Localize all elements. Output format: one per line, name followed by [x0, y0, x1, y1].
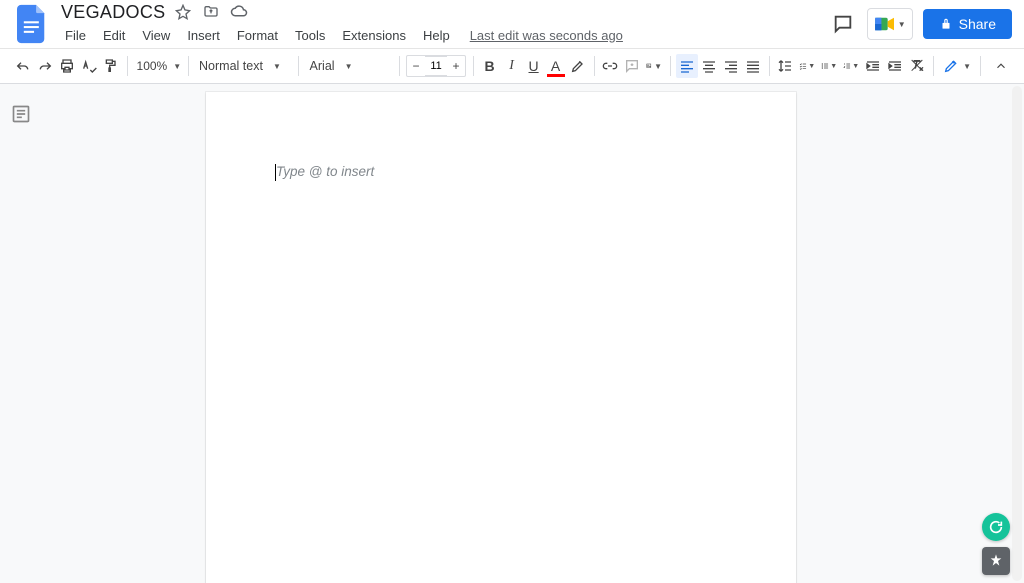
paint-format-button[interactable] [100, 54, 122, 78]
toolbar: 100%▼ Normal text▼ Arial▼ − + B I U A ▼ … [0, 48, 1024, 84]
increase-font-button[interactable]: + [447, 59, 465, 73]
text-color-button[interactable]: A [545, 54, 567, 78]
chevron-down-icon: ▼ [830, 63, 837, 70]
vertical-scrollbar[interactable] [1012, 86, 1022, 581]
menubar: File Edit View Insert Format Tools Exten… [54, 23, 829, 47]
numbered-list-button[interactable]: ▼ [840, 54, 862, 78]
menu-help[interactable]: Help [416, 24, 457, 47]
title-area: VEGADOCS File Edit View Insert Format To… [54, 1, 829, 47]
underline-button[interactable]: U [523, 54, 545, 78]
chevron-down-icon: ▼ [173, 62, 181, 71]
last-edit-link[interactable]: Last edit was seconds ago [470, 28, 623, 43]
join-call-button[interactable]: ▼ [867, 8, 913, 40]
align-justify-button[interactable] [742, 54, 764, 78]
text-cursor [275, 164, 276, 181]
font-size-control: − + [406, 55, 466, 77]
print-button[interactable] [56, 54, 78, 78]
highlight-button[interactable] [567, 54, 589, 78]
bold-button[interactable]: B [479, 54, 501, 78]
menu-insert[interactable]: Insert [180, 24, 227, 47]
grammarly-button[interactable] [982, 513, 1010, 541]
document-outline-button[interactable] [11, 104, 33, 126]
hide-menus-button[interactable] [990, 54, 1012, 78]
chevron-down-icon: ▼ [898, 20, 906, 29]
increase-indent-button[interactable] [884, 54, 906, 78]
explore-button[interactable] [982, 547, 1010, 575]
align-right-button[interactable] [720, 54, 742, 78]
doc-title[interactable]: VEGADOCS [54, 2, 165, 23]
insert-link-button[interactable] [599, 54, 621, 78]
font-family-select[interactable]: Arial▼ [304, 59, 394, 73]
menu-tools[interactable]: Tools [288, 24, 332, 47]
undo-button[interactable] [12, 54, 34, 78]
insert-image-button[interactable]: ▼ [643, 54, 665, 78]
font-size-input[interactable] [425, 56, 447, 76]
menu-view[interactable]: View [135, 24, 177, 47]
cloud-status-icon[interactable] [229, 2, 249, 22]
menu-format[interactable]: Format [230, 24, 285, 47]
align-center-button[interactable] [698, 54, 720, 78]
left-rail [0, 84, 44, 583]
editing-mode-button[interactable]: ▼ [943, 58, 971, 74]
star-icon[interactable] [173, 2, 193, 22]
bulleted-list-button[interactable]: ▼ [818, 54, 840, 78]
share-label: Share [959, 16, 996, 32]
zoom-select[interactable]: 100%▼ [133, 59, 183, 73]
chevron-down-icon: ▼ [654, 62, 662, 71]
italic-button[interactable]: I [501, 54, 523, 78]
chevron-down-icon: ▼ [345, 62, 353, 71]
move-icon[interactable] [201, 2, 221, 22]
share-button[interactable]: Share [923, 9, 1012, 39]
docs-logo[interactable] [12, 4, 52, 44]
workspace: Type @ to insert [0, 84, 1024, 583]
paragraph-style-select[interactable]: Normal text▼ [193, 59, 293, 73]
menu-file[interactable]: File [58, 24, 93, 47]
menu-edit[interactable]: Edit [96, 24, 132, 47]
clear-formatting-button[interactable] [906, 54, 928, 78]
redo-button[interactable] [34, 54, 56, 78]
chevron-down-icon: ▼ [963, 62, 971, 71]
document-page[interactable]: Type @ to insert [206, 92, 796, 583]
checklist-button[interactable]: ▼ [796, 54, 818, 78]
editor-placeholder: Type @ to insert [276, 164, 726, 179]
header: VEGADOCS File Edit View Insert Format To… [0, 0, 1024, 48]
line-spacing-button[interactable] [774, 54, 796, 78]
chevron-down-icon: ▼ [852, 63, 859, 70]
decrease-font-button[interactable]: − [407, 59, 425, 73]
chevron-down-icon: ▼ [808, 63, 815, 70]
decrease-indent-button[interactable] [862, 54, 884, 78]
menu-extensions[interactable]: Extensions [335, 24, 413, 47]
open-comments-button[interactable] [829, 10, 857, 38]
chevron-down-icon: ▼ [273, 62, 281, 71]
add-comment-button[interactable] [621, 54, 643, 78]
spellcheck-button[interactable] [78, 54, 100, 78]
align-left-button[interactable] [676, 54, 698, 78]
